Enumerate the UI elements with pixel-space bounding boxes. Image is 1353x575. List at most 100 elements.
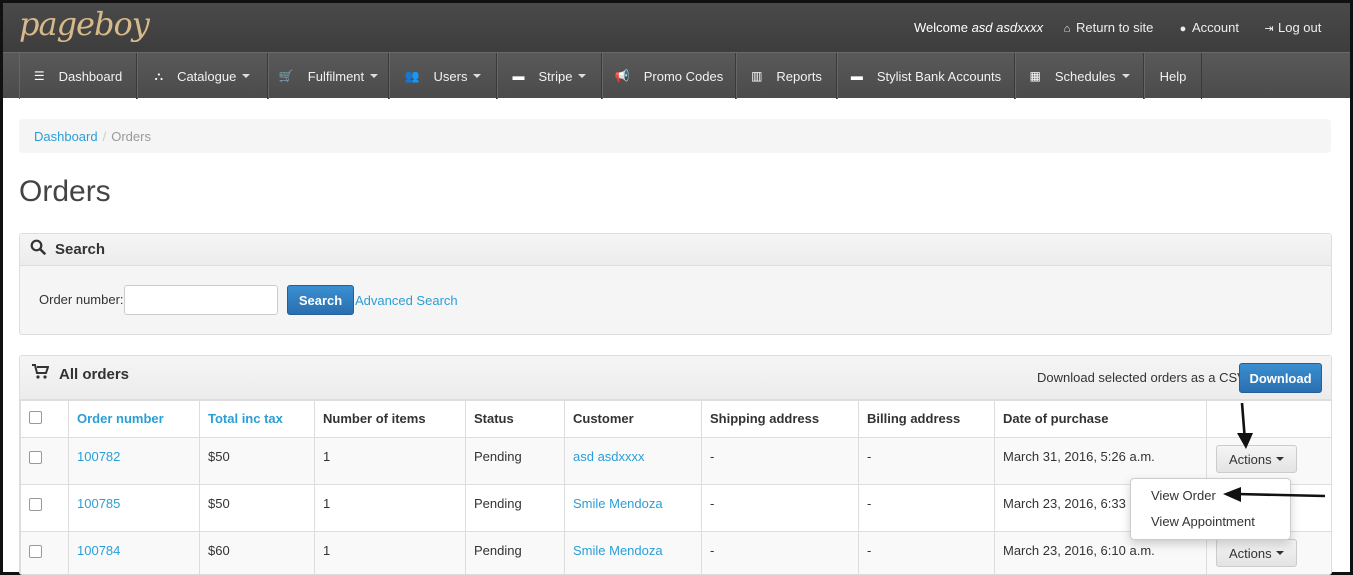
- nav-users[interactable]: 👥 Users: [389, 53, 497, 99]
- nav-reports[interactable]: ▥ Reports: [736, 53, 837, 99]
- calendar-icon: ▦: [1029, 69, 1041, 83]
- home-icon: ⌂: [1063, 23, 1071, 35]
- column-number-of-items: Number of items: [314, 400, 466, 438]
- row-select-cell: [20, 531, 69, 574]
- nav-stylist-bank-accounts-label: Stylist Bank Accounts: [876, 68, 1002, 84]
- order-status: Pending: [465, 484, 565, 532]
- order-status: Pending: [465, 437, 565, 485]
- nav-dashboard[interactable]: ☰ Dashboard: [19, 53, 137, 99]
- cart-icon: 🛒: [278, 69, 294, 83]
- download-button[interactable]: Download: [1239, 363, 1322, 393]
- top-bar: pageboy Welcome asd asdxxxx ⌂ Return to s…: [3, 3, 1350, 52]
- customer-link[interactable]: Smile Mendoza: [564, 531, 702, 574]
- chevron-down-icon: [1275, 457, 1284, 461]
- row-checkbox[interactable]: [29, 545, 42, 558]
- nav-stripe-label: Stripe: [538, 68, 573, 84]
- chevron-down-icon: [242, 74, 251, 78]
- row-select-cell: [20, 437, 69, 485]
- return-to-site-link[interactable]: ⌂ Return to site: [1061, 20, 1154, 35]
- orders-panel-heading: All orders Download selected orders as a…: [20, 356, 1331, 400]
- nav-help-label: Help: [1159, 68, 1187, 84]
- select-all-checkbox[interactable]: [29, 411, 42, 424]
- credit-card-icon: ▬: [512, 69, 525, 83]
- shipping-address: -: [701, 531, 859, 574]
- order-total: $50: [199, 484, 315, 532]
- chevron-down-icon: [370, 74, 379, 78]
- select-all-cell: [20, 400, 69, 438]
- billing-address: -: [858, 484, 995, 532]
- column-actions: [1206, 400, 1331, 438]
- nav-fulfilment-label: Fulfilment: [307, 68, 365, 84]
- logout-link[interactable]: ⇥ Log out: [1263, 20, 1321, 35]
- nav-users-label: Users: [433, 68, 468, 84]
- view-appointment-menu-item[interactable]: View Appointment: [1131, 510, 1290, 536]
- account-label: Account: [1192, 20, 1239, 35]
- credit-card-icon: ▬: [850, 69, 863, 83]
- search-button[interactable]: Search: [287, 285, 354, 315]
- users-icon: 👥: [404, 69, 420, 83]
- search-heading-label: Search: [55, 241, 106, 258]
- welcome-user: asd asdxxxx: [971, 20, 1044, 35]
- column-billing-address: Billing address: [858, 400, 995, 438]
- advanced-search-link[interactable]: Advanced Search: [355, 293, 458, 308]
- bullhorn-icon: 📢: [614, 69, 630, 83]
- customer-link[interactable]: asd asdxxxx: [564, 437, 702, 485]
- breadcrumb-current: Orders: [111, 129, 151, 144]
- nav-reports-label: Reports: [776, 68, 822, 84]
- nav-schedules[interactable]: ▦ Schedules: [1015, 53, 1144, 99]
- bar-chart-icon: ▥: [751, 69, 763, 83]
- order-number-label: Order number:: [39, 292, 124, 307]
- row-checkbox[interactable]: [29, 498, 42, 511]
- csv-download-text: Download selected orders as a CSV: [1037, 370, 1246, 385]
- order-number-input[interactable]: [124, 285, 278, 315]
- nav-catalogue-label: Catalogue: [177, 68, 237, 84]
- logout-label: Log out: [1278, 20, 1322, 35]
- actions-dropdown-button[interactable]: Actions: [1216, 539, 1297, 567]
- nav-schedules-label: Schedules: [1054, 68, 1116, 84]
- column-status: Status: [465, 400, 565, 438]
- return-to-site-label: Return to site: [1076, 20, 1154, 35]
- chevron-down-icon: [473, 74, 482, 78]
- breadcrumb-separator: /: [102, 129, 107, 144]
- order-number-link[interactable]: 100785: [68, 484, 200, 532]
- search-icon: [30, 239, 46, 260]
- column-customer: Customer: [564, 400, 702, 438]
- nav-help[interactable]: Help: [1144, 53, 1202, 99]
- column-date-of-purchase: Date of purchase: [994, 400, 1207, 438]
- main-nav: ☰ Dashboard ⛬ Catalogue 🛒 Fulfilment 👥 Users…: [3, 52, 1350, 99]
- shipping-address: -: [701, 437, 859, 485]
- order-number-link[interactable]: 100782: [68, 437, 200, 485]
- column-order-number[interactable]: Order number: [68, 400, 200, 438]
- actions-label: Actions: [1229, 545, 1272, 561]
- nav-stripe[interactable]: ▬ Stripe: [497, 53, 602, 99]
- list-icon: ☰: [33, 69, 45, 83]
- nav-stylist-bank-accounts[interactable]: ▬ Stylist Bank Accounts: [837, 53, 1015, 99]
- row-checkbox[interactable]: [29, 451, 42, 464]
- order-total: $50: [199, 437, 315, 485]
- chevron-down-icon: [578, 74, 587, 78]
- cart-icon: [32, 364, 50, 384]
- column-total-inc-tax[interactable]: Total inc tax: [199, 400, 315, 438]
- orders-heading-label: All orders: [59, 365, 130, 383]
- order-number-link[interactable]: 100784: [68, 531, 200, 574]
- sitemap-icon: ⛬: [154, 68, 164, 83]
- customer-link[interactable]: Smile Mendoza: [564, 484, 702, 532]
- row-select-cell: [20, 484, 69, 532]
- shipping-address: -: [701, 484, 859, 532]
- nav-fulfilment[interactable]: 🛒 Fulfilment: [268, 53, 389, 99]
- welcome-text: Welcome asd asdxxxx: [914, 20, 1043, 35]
- billing-address: -: [858, 531, 995, 574]
- logout-icon: ⇥: [1264, 23, 1274, 35]
- account-link[interactable]: ● Account: [1177, 20, 1239, 35]
- pageboy-logo[interactable]: pageboy: [19, 5, 150, 43]
- order-status: Pending: [465, 531, 565, 574]
- order-items: 1: [314, 531, 466, 574]
- nav-catalogue[interactable]: ⛬ Catalogue: [137, 53, 268, 99]
- breadcrumb-dashboard-link[interactable]: Dashboard: [34, 129, 98, 144]
- search-body: Order number: Search Advanced Search: [20, 266, 1331, 334]
- annotation-arrow-left: [1223, 487, 1326, 502]
- order-items: 1: [314, 437, 466, 485]
- nav-promo-codes[interactable]: 📢 Promo Codes: [602, 53, 736, 99]
- user-icon: ●: [1179, 23, 1187, 35]
- chevron-down-icon: [1121, 74, 1130, 78]
